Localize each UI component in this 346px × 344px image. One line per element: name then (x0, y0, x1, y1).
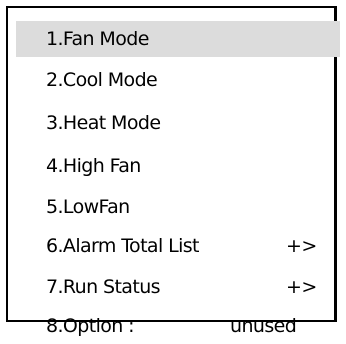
menu-item-label: 6.Alarm Total List (46, 235, 200, 257)
submenu-arrow-icon: +> (286, 276, 317, 298)
menu-item-heat-mode[interactable]: 3.Heat Mode (16, 105, 334, 141)
menu-item-label: 4.High Fan (46, 155, 141, 177)
menu-item-label: 7.Run Status (46, 276, 161, 298)
menu-item-label: 5.LowFan (46, 196, 130, 218)
menu-item-alarm-total-list[interactable]: 6.Alarm Total List +> (16, 228, 334, 264)
menu-item-option[interactable]: 8.Option : unused (16, 308, 334, 344)
menu-item-label: 2.Cool Mode (46, 69, 158, 91)
option-value: unused (230, 315, 297, 337)
menu-panel: 1.Fan Mode 2.Cool Mode 3.Heat Mode 4.Hig… (6, 6, 340, 337)
menu-item-low-fan[interactable]: 5.LowFan (16, 189, 334, 225)
menu-item-run-status[interactable]: 7.Run Status +> (16, 269, 334, 305)
menu-item-cool-mode[interactable]: 2.Cool Mode (16, 62, 334, 98)
menu-item-label: 1.Fan Mode (46, 28, 149, 50)
menu-item-label: 3.Heat Mode (46, 112, 161, 134)
menu-item-label: 8.Option : (46, 315, 135, 337)
menu-item-high-fan[interactable]: 4.High Fan (16, 148, 334, 184)
menu-item-fan-mode[interactable]: 1.Fan Mode (16, 21, 340, 57)
submenu-arrow-icon: +> (286, 235, 317, 257)
